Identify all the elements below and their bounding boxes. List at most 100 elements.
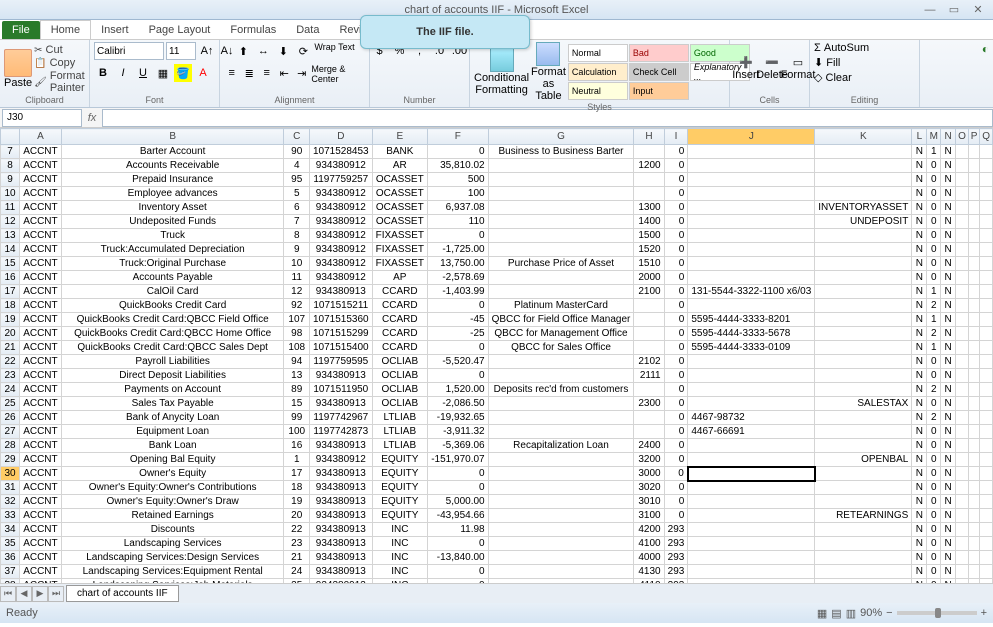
cell[interactable]: 0 (927, 537, 941, 551)
cell[interactable]: Sales Tax Payable (61, 397, 284, 411)
row-header[interactable]: 13 (1, 229, 20, 243)
format-cells-button[interactable]: ▭Format (786, 56, 810, 81)
cell[interactable]: 1071515400 (310, 341, 373, 355)
cell[interactable]: 934380912 (310, 243, 373, 257)
cell[interactable]: ACCNT (20, 453, 62, 467)
cell[interactable]: 24 (284, 565, 310, 579)
cell[interactable]: 0 (664, 341, 688, 355)
cell[interactable]: 131-5544-3322-1100 x6/03 (688, 285, 815, 299)
cell[interactable] (980, 201, 993, 215)
cell[interactable]: 934380913 (310, 467, 373, 481)
cell[interactable]: 0 (664, 439, 688, 453)
cell[interactable]: N (941, 467, 956, 481)
cell[interactable]: AP (372, 271, 427, 285)
cell[interactable] (688, 243, 815, 257)
sheet-nav-last-icon[interactable]: ⏭ (48, 586, 64, 602)
cell[interactable]: 0 (664, 299, 688, 313)
cell[interactable]: 3100 (634, 509, 664, 523)
cell[interactable] (980, 313, 993, 327)
cell[interactable]: N (912, 341, 927, 355)
cell[interactable] (688, 257, 815, 271)
cell[interactable] (688, 201, 815, 215)
cell[interactable] (968, 271, 980, 285)
cell[interactable] (488, 467, 634, 481)
cell[interactable]: 0 (664, 467, 688, 481)
cell[interactable]: 18 (284, 481, 310, 495)
cell[interactable]: 5595-4444-3333-5678 (688, 327, 815, 341)
cell[interactable]: 0 (664, 453, 688, 467)
cell[interactable]: ACCNT (20, 327, 62, 341)
cell[interactable]: QBCC for Management Office (488, 327, 634, 341)
cell[interactable] (488, 509, 634, 523)
cell[interactable]: N (912, 565, 927, 579)
cell[interactable]: 4467-66691 (688, 425, 815, 439)
row-header[interactable]: 17 (1, 285, 20, 299)
cell[interactable]: 4130 (634, 565, 664, 579)
cell[interactable]: 0 (664, 215, 688, 229)
cell[interactable]: RETEARNINGS (815, 509, 912, 523)
cell[interactable]: CCARD (372, 327, 427, 341)
row-header[interactable]: 27 (1, 425, 20, 439)
cell[interactable]: 934380913 (310, 495, 373, 509)
style-input[interactable]: Input (629, 82, 689, 100)
cell[interactable] (815, 523, 912, 537)
row-header[interactable]: 26 (1, 411, 20, 425)
cell[interactable] (488, 495, 634, 509)
cell[interactable]: N (912, 467, 927, 481)
cell[interactable]: QuickBooks Credit Card:QBCC Home Office (61, 327, 284, 341)
font-name-select[interactable] (94, 42, 164, 60)
cell[interactable]: UNDEPOSIT (815, 215, 912, 229)
cell[interactable]: 23 (284, 537, 310, 551)
cell[interactable]: N (912, 313, 927, 327)
cell[interactable] (688, 215, 815, 229)
row-header[interactable]: 32 (1, 495, 20, 509)
cell[interactable] (815, 495, 912, 509)
cell[interactable]: -151,970.07 (427, 453, 488, 467)
cell[interactable] (956, 453, 969, 467)
cell[interactable]: N (912, 257, 927, 271)
cell[interactable] (980, 481, 993, 495)
cell[interactable]: -43,954.66 (427, 509, 488, 523)
cell[interactable]: ACCNT (20, 215, 62, 229)
cell[interactable]: ACCNT (20, 201, 62, 215)
cell[interactable]: 0 (927, 369, 941, 383)
row-header[interactable]: 11 (1, 201, 20, 215)
cell[interactable] (968, 313, 980, 327)
cell[interactable]: 934380912 (310, 187, 373, 201)
cell[interactable] (980, 411, 993, 425)
cell[interactable] (956, 201, 969, 215)
cell[interactable]: N (912, 145, 927, 159)
cell[interactable]: 0 (927, 425, 941, 439)
cell[interactable]: Prepaid Insurance (61, 173, 284, 187)
cell[interactable]: 934380912 (310, 453, 373, 467)
cell[interactable]: 1071515299 (310, 327, 373, 341)
cell[interactable] (488, 187, 634, 201)
cell[interactable] (956, 551, 969, 565)
cell[interactable] (968, 509, 980, 523)
cell[interactable] (956, 439, 969, 453)
view-normal-icon[interactable]: ▦ (817, 607, 827, 620)
cell[interactable] (634, 341, 664, 355)
cell[interactable] (956, 215, 969, 229)
align-bottom-icon[interactable]: ⬇ (274, 42, 292, 60)
cell[interactable]: 1197742967 (310, 411, 373, 425)
copy-button[interactable]: Copy (34, 57, 85, 69)
cell[interactable] (815, 271, 912, 285)
cell[interactable] (956, 159, 969, 173)
cell[interactable]: 35,810.02 (427, 159, 488, 173)
sheet-nav-first-icon[interactable]: ⏮ (0, 586, 16, 602)
cell[interactable]: 2 (927, 383, 941, 397)
cell[interactable] (815, 369, 912, 383)
cell[interactable]: N (912, 299, 927, 313)
cell[interactable] (968, 425, 980, 439)
cell[interactable]: 293 (664, 551, 688, 565)
cell[interactable]: N (941, 187, 956, 201)
cell[interactable]: N (941, 229, 956, 243)
cell[interactable]: 934380913 (310, 537, 373, 551)
cell[interactable]: -2,086.50 (427, 397, 488, 411)
cell[interactable]: Bank of Anycity Loan (61, 411, 284, 425)
cell[interactable]: N (912, 411, 927, 425)
cell[interactable]: OCLIAB (372, 369, 427, 383)
view-layout-icon[interactable]: ▤ (831, 607, 841, 620)
cell[interactable] (688, 159, 815, 173)
